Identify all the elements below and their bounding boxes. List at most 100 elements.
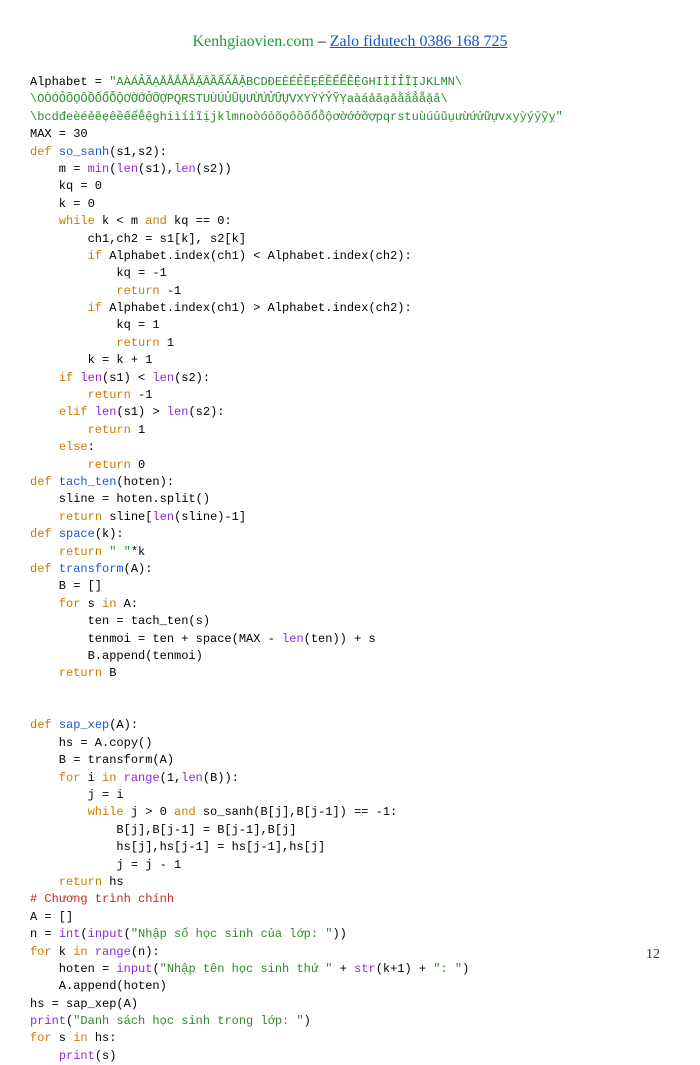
code-token: for	[30, 1031, 52, 1045]
code-token: ch1,ch2 = s1[k], s2[k]	[30, 232, 246, 246]
code-token: range	[95, 945, 131, 959]
code-token: return	[116, 336, 159, 350]
code-token: k < m	[95, 214, 145, 228]
code-token: (s1,s2):	[109, 145, 167, 159]
code-token: (s2):	[188, 405, 224, 419]
code-token: kq = 0	[30, 179, 102, 193]
code-token: while	[88, 805, 124, 819]
code-token: tenmoi = ten + space(MAX -	[30, 632, 282, 646]
code-token: in	[102, 771, 116, 785]
code-token	[30, 301, 88, 315]
code-token	[30, 284, 116, 298]
code-token: (s2))	[196, 162, 232, 176]
code-token: ))	[332, 927, 346, 941]
code-token	[116, 771, 123, 785]
code-token: k = 0	[30, 197, 95, 211]
code-token	[52, 527, 59, 541]
code-token: n =	[30, 927, 59, 941]
code-token: len	[152, 371, 174, 385]
code-token: if	[88, 301, 102, 315]
code-token	[30, 510, 59, 524]
code-token: hoten =	[30, 962, 116, 976]
code-token: B = []	[30, 579, 102, 593]
code-token: "Nhập tên học sinh thứ "	[160, 962, 333, 976]
code-token: and	[145, 214, 167, 228]
code-token: (s1),	[138, 162, 174, 176]
code-token	[30, 875, 59, 889]
code-token: in	[102, 597, 116, 611]
code-token: Alphabet.index(ch1) < Alphabet.index(ch2…	[102, 249, 412, 263]
code-token: j = i	[30, 788, 124, 802]
code-token: def	[30, 527, 52, 541]
code-token: -1	[160, 284, 182, 298]
code-token: A:	[116, 597, 138, 611]
code-token: A.append(hoten)	[30, 979, 167, 993]
code-block: Alphabet = "AÀÁẢÃẠĂẰẮẲẴẶÂẦẤẨẪẬBCDĐEÈÉẺẼẸ…	[30, 74, 670, 1065]
code-token	[30, 666, 59, 680]
code-token	[30, 1049, 59, 1063]
code-token: 1	[131, 423, 145, 437]
code-token	[30, 545, 59, 559]
code-token: len	[152, 510, 174, 524]
code-token	[52, 718, 59, 732]
code-token: in	[73, 1031, 87, 1045]
code-token: (k+1) +	[376, 962, 434, 976]
code-token: (s1) >	[116, 405, 166, 419]
site-name: Kenhgiaovien.com	[192, 33, 313, 50]
code-token: def	[30, 475, 52, 489]
code-token: sline[	[102, 510, 152, 524]
code-token: input	[116, 962, 152, 976]
code-token: "AÀÁẢÃẠĂẰẮẲẴẶÂẦẤẨẪẬBCDĐEÈÉẺẼẸÊỀẾỂỄỆGHIÌÍ…	[109, 75, 462, 89]
code-token: (sline)-1]	[174, 510, 246, 524]
zalo-link[interactable]: Zalo fidutech 0386 168 725	[330, 33, 508, 50]
code-token: hs[j],hs[j-1] = hs[j-1],hs[j]	[30, 840, 325, 854]
code-token: if	[88, 249, 102, 263]
code-token	[30, 458, 88, 472]
code-token: (n):	[131, 945, 160, 959]
code-token: Alphabet.index(ch1) > Alphabet.index(ch2…	[102, 301, 412, 315]
code-token: elif	[59, 405, 88, 419]
code-token: :	[88, 440, 95, 454]
code-token: (A):	[124, 562, 153, 576]
code-token: (	[152, 962, 159, 976]
code-token: (s)	[95, 1049, 117, 1063]
code-token: )	[462, 962, 469, 976]
code-token: ten = tach_ten(s)	[30, 614, 210, 628]
code-token: (	[124, 927, 131, 941]
code-token: (B)):	[203, 771, 239, 785]
code-token: # Chương trình chính	[30, 892, 174, 906]
code-token: MAX = 30	[30, 127, 88, 141]
code-token: (	[66, 1014, 73, 1028]
code-token: len	[116, 162, 138, 176]
code-token: (s2):	[174, 371, 210, 385]
code-token: print	[59, 1049, 95, 1063]
code-token: return	[59, 666, 102, 680]
code-token: len	[181, 771, 203, 785]
code-token: s	[52, 1031, 74, 1045]
code-token: B	[102, 666, 116, 680]
code-token	[30, 371, 59, 385]
code-token: k	[52, 945, 74, 959]
code-token	[52, 145, 59, 159]
code-token: return	[88, 423, 131, 437]
code-token: sline = hoten.split()	[30, 492, 210, 506]
code-token: transform	[59, 562, 124, 576]
code-token: 1	[160, 336, 174, 350]
code-token: len	[167, 405, 189, 419]
code-token: k = k + 1	[30, 353, 152, 367]
code-token: str	[354, 962, 376, 976]
code-token: len	[174, 162, 196, 176]
code-token: return	[88, 458, 131, 472]
code-token: int	[59, 927, 81, 941]
code-token: ": "	[433, 962, 462, 976]
code-token: +	[332, 962, 354, 976]
code-token: and	[174, 805, 196, 819]
code-token	[88, 945, 95, 959]
code-token: j > 0	[124, 805, 174, 819]
code-token: (1,	[160, 771, 182, 785]
code-token: input	[88, 927, 124, 941]
code-token: return	[116, 284, 159, 298]
code-token: B = transform(A)	[30, 753, 174, 767]
code-token: (A):	[109, 718, 138, 732]
code-token	[30, 388, 88, 402]
